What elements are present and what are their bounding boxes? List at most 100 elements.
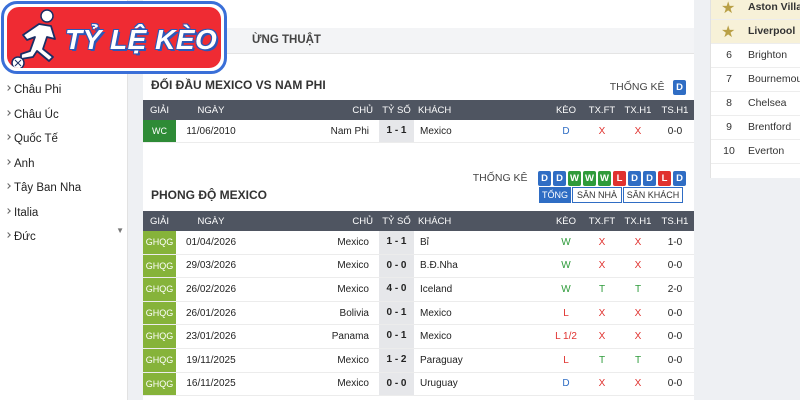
team-name: Aston Villa bbox=[748, 1, 800, 13]
rank-number: 7 bbox=[726, 73, 732, 85]
keo-cell: W bbox=[561, 283, 571, 295]
tsh1-cell: 0-0 bbox=[667, 378, 683, 390]
txft-cell: X bbox=[598, 378, 606, 390]
home-cell: Mexico bbox=[337, 378, 369, 390]
keo-cell: L bbox=[563, 354, 569, 366]
standings-panel: ★ Aston Villa ★ Liverpool 6 Brighton 7 Bournemo… bbox=[710, 0, 800, 178]
form-header-home: CHỦ bbox=[352, 216, 373, 227]
tab-away[interactable]: SÂN KHÁCH bbox=[623, 187, 683, 203]
league-badge: GHQG bbox=[143, 301, 176, 325]
txft-cell: X bbox=[598, 331, 606, 343]
team-name: Liverpool bbox=[748, 25, 796, 37]
sidebar-item[interactable]: Quốc Tế bbox=[0, 127, 128, 152]
standings-row[interactable]: 9 Brentford bbox=[711, 116, 800, 140]
team-name: Chelsea bbox=[748, 97, 787, 109]
form-result-badge: D bbox=[553, 171, 566, 186]
keo-cell: D bbox=[562, 378, 570, 390]
home-cell: Mexico bbox=[337, 354, 369, 366]
date-cell: 01/04/2026 bbox=[185, 236, 237, 248]
txh1-cell: T bbox=[634, 354, 642, 366]
h2h-header-away: KHÁCH bbox=[418, 105, 452, 116]
tab-home[interactable]: SÂN NHÀ bbox=[572, 187, 622, 203]
away-cell: B.Đ.Nha bbox=[420, 260, 458, 272]
keo-cell: W bbox=[561, 260, 571, 272]
date-cell: 11/06/2010 bbox=[186, 125, 236, 137]
form-result-badge: W bbox=[583, 171, 596, 186]
form-result-badge: D bbox=[643, 171, 656, 186]
score-cell: 4 - 0 bbox=[379, 278, 414, 301]
form-result-badge: W bbox=[598, 171, 611, 186]
league-badge: GHQG bbox=[143, 372, 176, 396]
txft-cell: X bbox=[598, 307, 606, 319]
date-cell: 19/11/2025 bbox=[186, 354, 236, 366]
table-row[interactable]: GHQG 16/11/2025 Mexico 0 - 0 Uruguay D X X 0-0 bbox=[143, 372, 694, 397]
form-result-badge: L bbox=[613, 171, 626, 186]
h2h-title: ĐỐI ĐẦU MEXICO VS NAM PHI bbox=[151, 78, 326, 92]
site-logo[interactable]: TỶ LỆ KÈO bbox=[1, 1, 227, 74]
keo-cell: W bbox=[561, 236, 571, 248]
sidebar-item[interactable]: Châu Úc bbox=[0, 103, 128, 128]
sidebar-item[interactable]: Italia bbox=[0, 201, 128, 226]
h2h-header-score: TỶ SỐ bbox=[382, 105, 411, 116]
sidebar-item[interactable]: Đức bbox=[0, 225, 128, 250]
standings-row[interactable]: 7 Bournemouth bbox=[711, 68, 800, 92]
tsh1-cell: 0-0 bbox=[667, 331, 683, 343]
away-cell: Uruguay bbox=[420, 378, 458, 390]
form-header-score: TỶ SỐ bbox=[382, 216, 411, 227]
rank-number: 6 bbox=[726, 49, 732, 61]
table-row[interactable]: GHQG 01/04/2026 Mexico 1 - 1 Bỉ W X X 1-0 bbox=[143, 231, 694, 255]
standings-row[interactable]: 6 Brighton bbox=[711, 44, 800, 68]
star-icon: ★ bbox=[721, 24, 736, 41]
top-section-label: ỪNG THUẬT bbox=[252, 34, 321, 46]
team-name: Brighton bbox=[748, 49, 788, 61]
table-row[interactable]: GHQG 23/01/2026 Panama 0 - 1 Mexico L 1/2 X X 0-… bbox=[143, 325, 694, 349]
form-tabs: TỔNG SÂN NHÀ SÂN KHÁCH bbox=[539, 187, 686, 203]
home-cell: Nam Phi bbox=[330, 125, 369, 137]
keo-cell: D bbox=[562, 125, 570, 137]
league-badge: GHQG bbox=[143, 325, 176, 348]
score-cell: 0 - 0 bbox=[379, 254, 414, 278]
tsh1-cell: 0-0 bbox=[667, 354, 683, 366]
table-row[interactable]: GHQG 19/11/2025 Mexico 1 - 2 Paraguay L T T 0-0 bbox=[143, 349, 694, 373]
form-title: PHONG ĐỘ MEXICO bbox=[151, 188, 268, 202]
form-header-txh1: TX.H1 bbox=[624, 216, 652, 227]
tsh1-cell: 0-0 bbox=[667, 125, 683, 137]
keo-cell: L 1/2 bbox=[555, 331, 577, 343]
home-cell: Mexico bbox=[337, 260, 369, 272]
logo-text: TỶ LỆ KÈO bbox=[65, 24, 218, 55]
form-stats-label: THỐNG KÊ bbox=[472, 172, 528, 184]
form-result-badge: W bbox=[568, 171, 581, 186]
tsh1-cell: 0-0 bbox=[667, 260, 683, 272]
table-row[interactable]: GHQG 26/01/2026 Bolivia 0 - 1 Mexico L X X 0-0 bbox=[143, 301, 694, 326]
standings-row[interactable]: ★ Liverpool bbox=[711, 20, 800, 44]
txh1-cell: X bbox=[634, 307, 642, 319]
rank-number: 9 bbox=[726, 121, 732, 133]
h2h-table-header: GIẢI NGÀY CHỦ TỶ SỐ KHÁCH KÈO TX.FT TX.H1 TS.H1 bbox=[143, 100, 694, 120]
h2h-header-txh1: TX.H1 bbox=[624, 105, 652, 116]
scroll-down-arrow-icon[interactable]: ▼ bbox=[116, 226, 124, 235]
league-badge: GHQG bbox=[143, 349, 176, 372]
standings-row[interactable]: ★ Aston Villa bbox=[711, 0, 800, 20]
tab-total[interactable]: TỔNG bbox=[539, 187, 571, 203]
form-header-league: GIẢI bbox=[149, 216, 169, 227]
h2h-result-badge: D bbox=[673, 80, 686, 95]
table-row[interactable]: WC 11/06/2010 Nam Phi 1 - 1 Mexico D X X 0-0 bbox=[143, 120, 694, 143]
standings-row[interactable]: 10 Everton bbox=[711, 140, 800, 164]
standings-row[interactable]: 8 Chelsea bbox=[711, 92, 800, 116]
txft-cell: T bbox=[598, 283, 606, 295]
sidebar-item[interactable]: Anh bbox=[0, 152, 128, 177]
score-cell: 0 - 0 bbox=[379, 372, 414, 396]
txh1-cell: X bbox=[634, 125, 642, 137]
away-cell: Bỉ bbox=[420, 236, 429, 248]
form-table-header: GIẢI NGÀY CHỦ TỶ SỐ KHÁCH KÈO TX.FT TX.H1 TS.H1 bbox=[143, 211, 694, 231]
table-row[interactable]: GHQG 29/03/2026 Mexico 0 - 0 B.Đ.Nha W X X 0-0 bbox=[143, 254, 694, 279]
txh1-cell: X bbox=[634, 331, 642, 343]
h2h-stats-label: THỐNG KÊ bbox=[609, 81, 665, 93]
h2h-header-league: GIẢI bbox=[149, 105, 169, 116]
table-row[interactable]: GHQG 26/02/2026 Mexico 4 - 0 Iceland W T T 2-0 bbox=[143, 278, 694, 302]
sidebar-item[interactable]: Tây Ban Nha bbox=[0, 176, 128, 201]
score-cell: 0 - 1 bbox=[379, 301, 414, 325]
sidebar-item[interactable]: Châu Phi bbox=[0, 78, 128, 103]
region-list: Châu Phi Châu Úc Quốc Tế Anh Tây Ban Nha Ital… bbox=[0, 78, 128, 250]
league-badge: WC bbox=[143, 120, 176, 142]
